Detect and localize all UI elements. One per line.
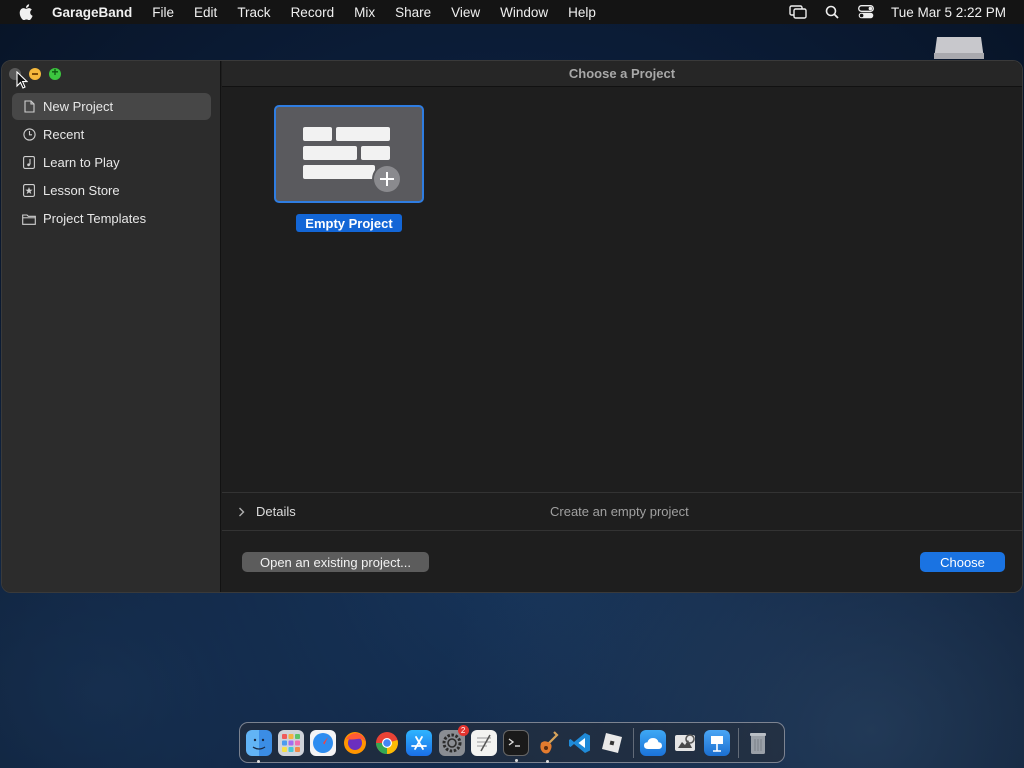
- star-icon: [22, 184, 36, 198]
- spotlight-search-icon[interactable]: [815, 5, 849, 19]
- open-existing-project-button[interactable]: Open an existing project...: [242, 552, 429, 572]
- menu-file[interactable]: File: [142, 0, 184, 24]
- details-bar: Details Create an empty project: [222, 492, 1022, 531]
- menu-record[interactable]: Record: [281, 0, 345, 24]
- running-indicator: [514, 758, 518, 762]
- project-chooser-window: New Project Recent Learn to Play Lesson …: [1, 60, 1023, 593]
- menu-track[interactable]: Track: [227, 0, 280, 24]
- main-panel: Choose a Project Empty Project Details C…: [222, 61, 1022, 592]
- system-settings-icon[interactable]: 2: [438, 724, 469, 756]
- sidebar-item-label: Learn to Play: [43, 155, 120, 170]
- minimize-window-button[interactable]: [29, 68, 41, 80]
- clock-icon: [22, 128, 36, 142]
- sidebar-list: New Project Recent Learn to Play Lesson …: [12, 93, 211, 233]
- details-toggle[interactable]: Details: [256, 504, 296, 519]
- sidebar-item-recent[interactable]: Recent: [12, 121, 211, 148]
- sidebar-item-new-project[interactable]: New Project: [12, 93, 211, 120]
- roblox-icon[interactable]: [599, 730, 625, 756]
- launchpad-icon[interactable]: [278, 729, 305, 756]
- trash-icon[interactable]: [745, 730, 771, 756]
- screen-mirroring-icon[interactable]: [781, 5, 815, 19]
- dock-separator: [738, 727, 740, 758]
- running-indicator: [545, 759, 549, 763]
- external-disk-icon[interactable]: [933, 37, 985, 59]
- music-note-icon: [22, 156, 36, 170]
- firefox-icon[interactable]: [342, 730, 368, 756]
- apple-menu-icon[interactable]: [0, 4, 52, 20]
- menu-window[interactable]: Window: [490, 0, 558, 24]
- menu-view[interactable]: View: [441, 0, 490, 24]
- app-store-icon[interactable]: [406, 729, 433, 756]
- menu-share[interactable]: Share: [385, 0, 441, 24]
- chevron-right-icon[interactable]: [222, 507, 256, 517]
- menu-edit[interactable]: Edit: [184, 0, 227, 24]
- sidebar-item-label: New Project: [43, 99, 114, 114]
- vscode-icon[interactable]: [567, 730, 593, 756]
- menu-app-name[interactable]: GarageBand: [52, 0, 142, 24]
- control-center-icon[interactable]: [849, 5, 883, 19]
- document-icon: [22, 100, 36, 114]
- sidebar-item-label: Project Templates: [43, 211, 147, 226]
- garageband-icon[interactable]: [535, 730, 561, 763]
- project-description: Create an empty project: [550, 504, 689, 519]
- notification-badge: 2: [457, 724, 469, 736]
- menu-bar: GarageBand File Edit Track Record Mix Sh…: [0, 0, 1024, 24]
- textedit-icon[interactable]: [470, 729, 497, 756]
- menu-mix[interactable]: Mix: [344, 0, 385, 24]
- sidebar-item-lesson-store[interactable]: Lesson Store: [12, 177, 211, 204]
- sidebar-item-learn-to-play[interactable]: Learn to Play: [12, 149, 211, 176]
- empty-project-thumbnail-icon: [303, 127, 402, 194]
- preview-icon[interactable]: [672, 730, 698, 756]
- sidebar-item-project-templates[interactable]: Project Templates: [12, 205, 211, 232]
- dock-separator: [633, 727, 635, 758]
- empty-project-label[interactable]: Empty Project: [296, 214, 402, 232]
- empty-project-tile[interactable]: [274, 105, 424, 203]
- safari-icon[interactable]: [310, 729, 337, 756]
- menu-help[interactable]: Help: [558, 0, 606, 24]
- dock: 2: [239, 722, 785, 763]
- menu-bar-clock[interactable]: Tue Mar 5 2:22 PM: [883, 5, 1006, 20]
- sidebar: New Project Recent Learn to Play Lesson …: [2, 61, 221, 592]
- icloud-drive-icon[interactable]: [640, 729, 667, 756]
- folder-icon: [22, 212, 36, 226]
- sidebar-item-label: Recent: [43, 127, 85, 142]
- mouse-pointer-icon: [16, 70, 29, 94]
- keynote-icon[interactable]: [704, 729, 731, 756]
- choose-button[interactable]: Choose: [920, 552, 1005, 572]
- chrome-icon[interactable]: [374, 730, 400, 756]
- finder-icon[interactable]: [246, 729, 272, 763]
- zoom-window-button[interactable]: [49, 65, 61, 80]
- terminal-icon[interactable]: [502, 729, 529, 762]
- running-indicator: [257, 759, 260, 763]
- window-title: Choose a Project: [222, 61, 1022, 87]
- sidebar-item-label: Lesson Store: [43, 183, 120, 198]
